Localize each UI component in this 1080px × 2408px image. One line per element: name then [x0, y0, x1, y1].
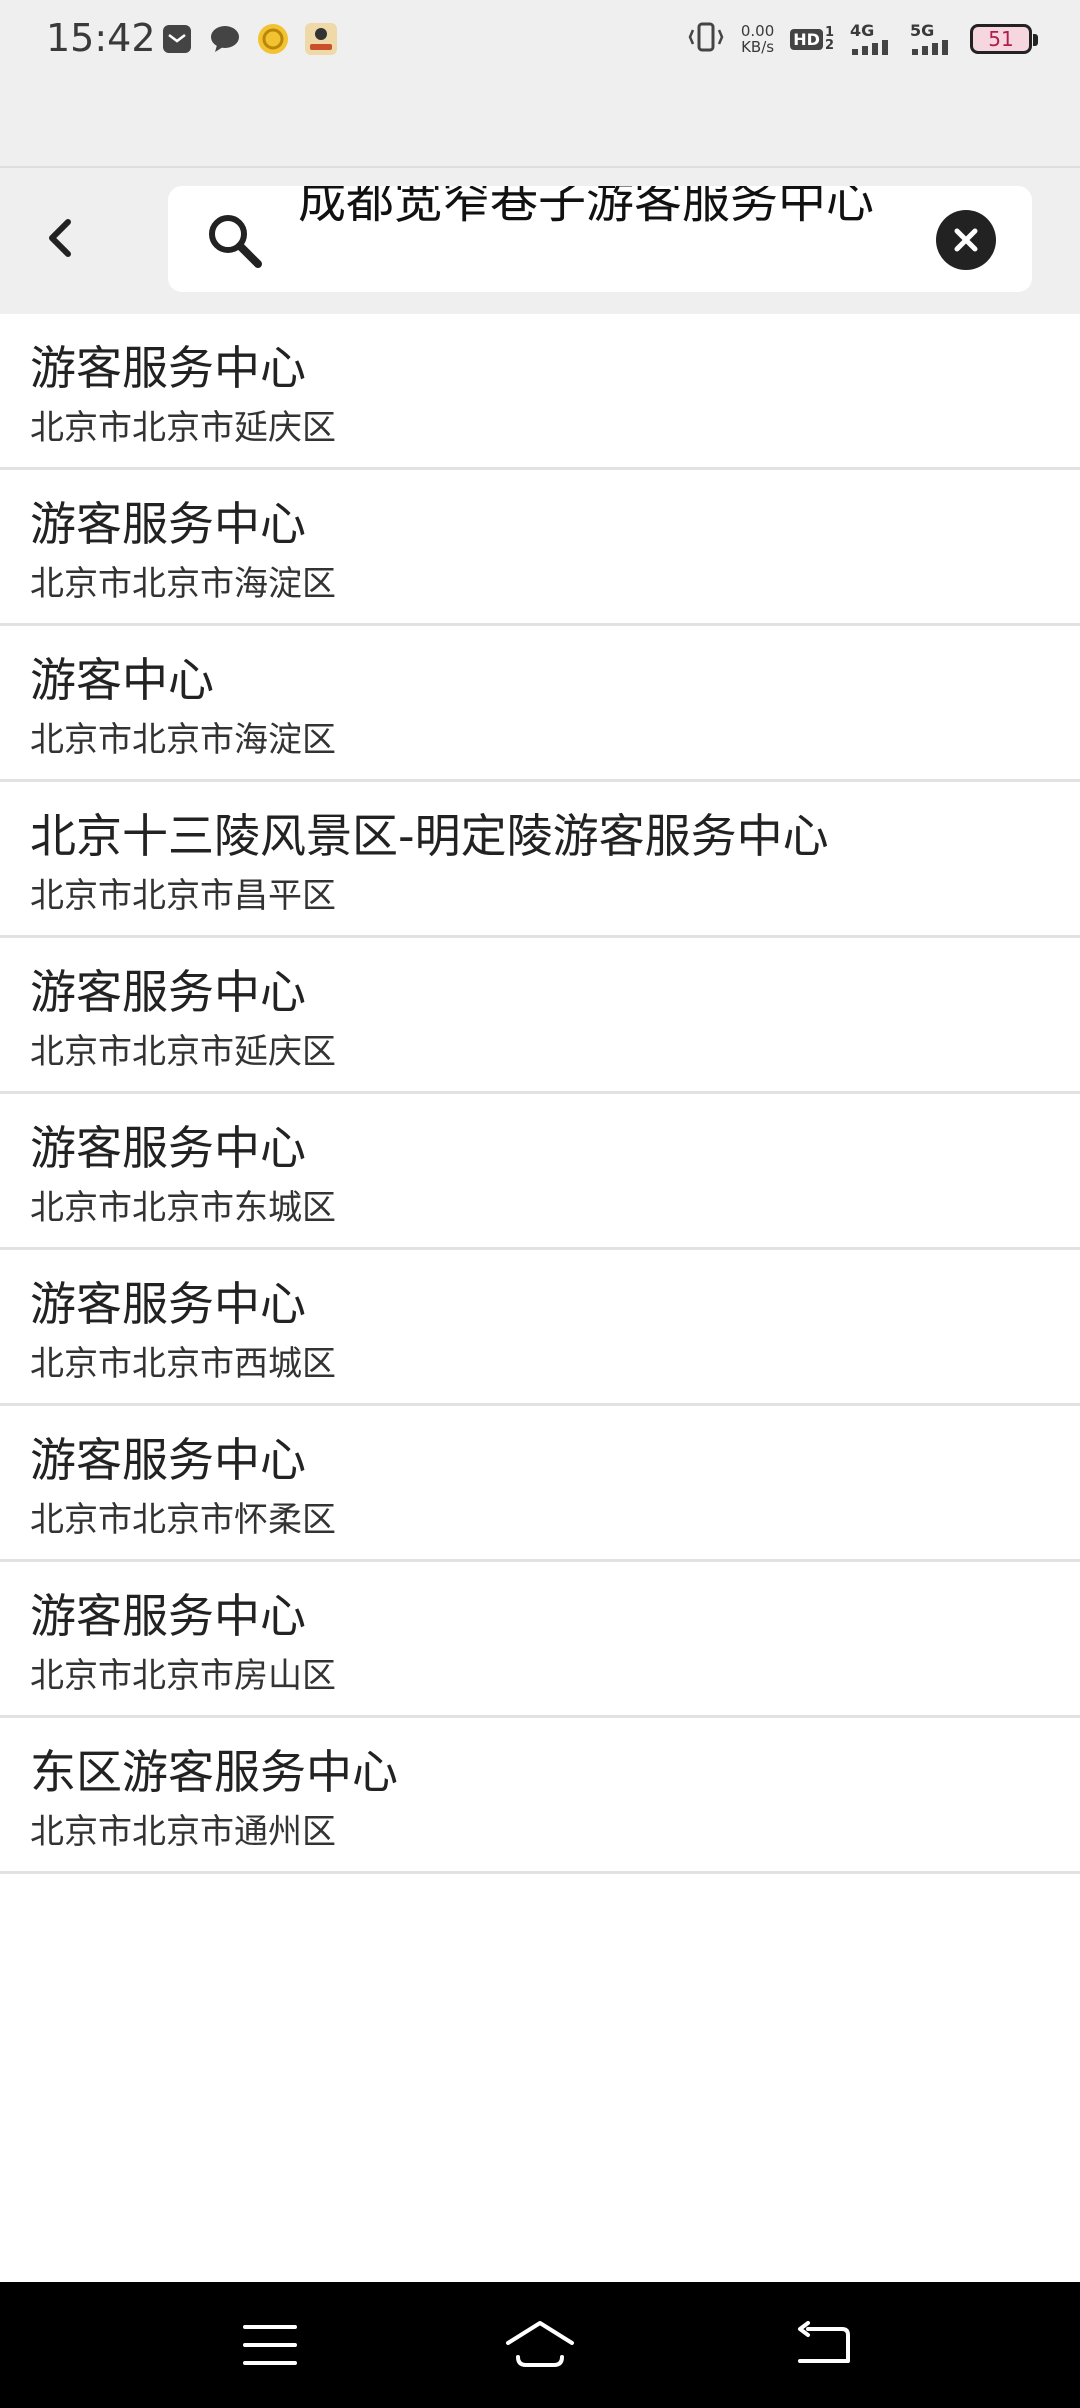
- result-address: 北京市北京市怀柔区: [30, 1500, 336, 1540]
- sim2-label: 2: [824, 38, 834, 53]
- result-address: 北京市北京市延庆区: [30, 1032, 336, 1072]
- back-button[interactable]: [28, 206, 92, 270]
- battery-icon: 51: [970, 24, 1038, 54]
- net-4g-label: 4G: [850, 21, 875, 40]
- result-address: 北京市北京市通州区: [30, 1812, 336, 1852]
- result-address: 北京市北京市东城区: [30, 1188, 336, 1228]
- clear-search-button[interactable]: [936, 210, 996, 270]
- net-speed-value: 0.00: [740, 22, 775, 40]
- net-speed: 0.00 KB/s: [741, 23, 774, 55]
- result-item[interactable]: 游客服务中心 北京市北京市东城区: [0, 1094, 1080, 1250]
- notification-icons: [160, 22, 338, 56]
- message-app-icon: [160, 22, 194, 56]
- hd-label: HD: [790, 28, 823, 50]
- search-header: 成都宽窄巷子游客服务中心: [0, 168, 1080, 314]
- hd-badge: HD 1 2: [790, 26, 834, 52]
- search-box[interactable]: 成都宽窄巷子游客服务中心: [168, 186, 1032, 292]
- chevron-left-icon: [49, 219, 71, 257]
- result-title: 游客服务中心: [30, 341, 306, 395]
- result-item[interactable]: 东区游客服务中心 北京市北京市通州区: [0, 1718, 1080, 1874]
- chat-bubble-icon: [208, 22, 242, 56]
- result-address: 北京市北京市房山区: [30, 1656, 336, 1696]
- status-right: 0.00 KB/s HD 1 2 4G 5G 51: [687, 22, 1038, 56]
- result-address: 北京市北京市海淀区: [30, 564, 336, 604]
- result-title: 北京十三陵风景区-明定陵游客服务中心: [30, 809, 829, 863]
- result-title: 游客服务中心: [30, 497, 306, 551]
- news-app-icon: [304, 22, 338, 56]
- net-5g-label: 5G: [910, 21, 935, 40]
- result-item[interactable]: 游客服务中心 北京市北京市房山区: [0, 1562, 1080, 1718]
- result-title: 游客服务中心: [30, 1433, 306, 1487]
- result-item[interactable]: 游客服务中心 北京市北京市西城区: [0, 1250, 1080, 1406]
- status-bar: 15:42 0.00 KB/s HD 1 2 4G 5G 51: [0, 0, 1080, 166]
- back-icon: [798, 2321, 850, 2363]
- screen: 15:42 0.00 KB/s HD 1 2 4G 5G 51 成都宽窄巷子游客…: [0, 0, 1080, 2408]
- result-title: 游客服务中心: [30, 1121, 306, 1175]
- signal-bars-icon: [912, 40, 948, 55]
- result-title: 游客服务中心: [30, 965, 306, 1019]
- result-item[interactable]: 游客服务中心 北京市北京市海淀区: [0, 470, 1080, 626]
- coin-app-icon: [256, 22, 290, 56]
- result-item[interactable]: 北京十三陵风景区-明定陵游客服务中心 北京市北京市昌平区: [0, 782, 1080, 938]
- home-button[interactable]: [500, 2310, 580, 2380]
- result-address: 北京市北京市海淀区: [30, 720, 336, 760]
- result-title: 游客服务中心: [30, 1589, 306, 1643]
- back-nav-button[interactable]: [782, 2310, 862, 2380]
- close-icon: [954, 228, 978, 252]
- battery-level: 51: [988, 27, 1014, 51]
- signal-5g: 5G: [910, 23, 954, 55]
- result-item[interactable]: 游客服务中心 北京市北京市怀柔区: [0, 1406, 1080, 1562]
- signal-bars-icon: [852, 40, 888, 55]
- net-speed-unit: KB/s: [741, 38, 775, 56]
- system-nav-bar: [0, 2282, 1080, 2408]
- result-title: 游客中心: [30, 653, 214, 707]
- signal-4g: 4G: [850, 23, 894, 55]
- result-item[interactable]: 游客服务中心 北京市北京市延庆区: [0, 938, 1080, 1094]
- result-address: 北京市北京市西城区: [30, 1344, 336, 1384]
- magnifier-icon: [209, 215, 262, 268]
- recent-apps-button[interactable]: [230, 2310, 310, 2380]
- result-title: 东区游客服务中心: [30, 1745, 398, 1799]
- result-item[interactable]: 游客服务中心 北京市北京市延庆区: [0, 314, 1080, 470]
- result-address: 北京市北京市延庆区: [30, 408, 336, 448]
- result-address: 北京市北京市昌平区: [30, 876, 336, 916]
- result-item[interactable]: 游客中心 北京市北京市海淀区: [0, 626, 1080, 782]
- menu-icon: [243, 2325, 297, 2365]
- vibrate-icon: [687, 22, 725, 56]
- result-title: 游客服务中心: [30, 1277, 306, 1331]
- search-input[interactable]: 成都宽窄巷子游客服务中心: [298, 186, 888, 234]
- results-list: 游客服务中心 北京市北京市延庆区 游客服务中心 北京市北京市海淀区 游客中心 北…: [0, 314, 1080, 1874]
- home-icon: [506, 2321, 574, 2367]
- status-time: 15:42: [46, 16, 156, 60]
